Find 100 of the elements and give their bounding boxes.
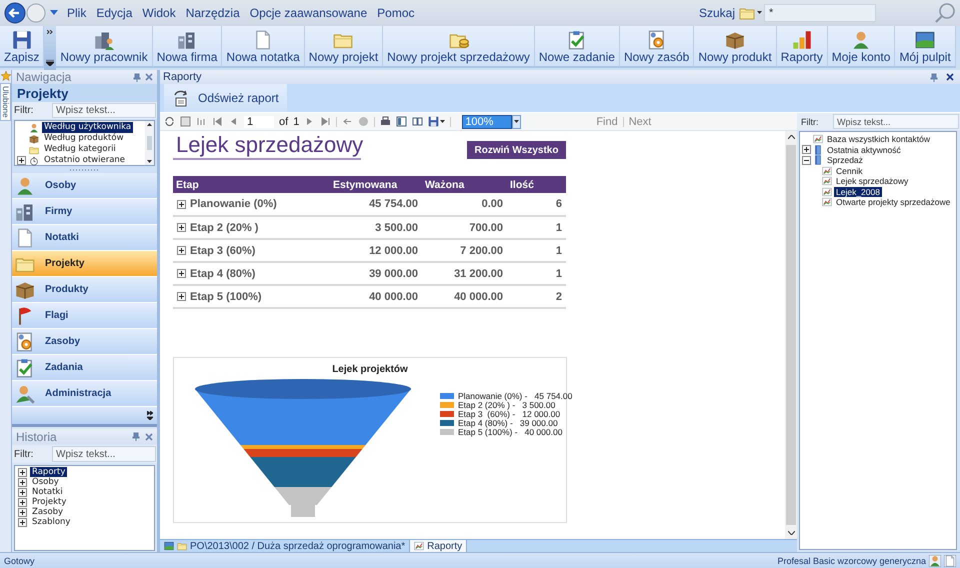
page-number-field[interactable]: 1 (244, 116, 274, 128)
toolbar-button[interactable]: Nowy pracownik (56, 26, 153, 68)
tree-item[interactable]: Lejek sprzedażowy (834, 176, 910, 186)
toolbar-button[interactable]: Nowy produkt (694, 26, 777, 68)
navigation-button[interactable]: Flagi (12, 303, 157, 329)
expand-all-button[interactable]: Rozwiń Wszystko (467, 141, 566, 159)
tree-item[interactable]: Raporty (30, 467, 68, 477)
toolbar-button[interactable]: Nowy projekt (304, 26, 384, 68)
menu-item[interactable]: Pomoc (372, 6, 420, 20)
toolbar-button[interactable]: Zapisz (0, 26, 44, 68)
menu-item[interactable]: Widok (137, 6, 181, 20)
table-cell: 1 (556, 222, 562, 234)
tree-item[interactable]: Osoby (30, 477, 61, 487)
scroll-down-icon[interactable] (147, 160, 152, 163)
close-icon[interactable] (946, 73, 954, 81)
menu-item[interactable]: Narzędzia (180, 6, 245, 20)
favorites-tab[interactable]: Ulubione (0, 83, 11, 121)
page-setup-icon[interactable] (412, 116, 424, 127)
tree-item[interactable]: Baza wszystkich kontaktów (825, 134, 932, 144)
expand-icon[interactable] (802, 145, 811, 154)
scrollbar[interactable] (145, 121, 154, 165)
tree-item[interactable]: Według kategorii (42, 144, 118, 155)
dropdown-arrow-icon[interactable] (514, 120, 520, 123)
filter-field[interactable]: Wpisz tekst... (52, 103, 156, 118)
toolbar-button[interactable]: Moje konto (828, 26, 896, 68)
expand-icon[interactable] (18, 508, 27, 516)
expand-icon[interactable] (18, 478, 27, 486)
tree-item[interactable]: Sprzedaż (825, 155, 865, 166)
menu-item[interactable]: Plik (62, 6, 92, 20)
first-page-icon[interactable] (212, 116, 223, 127)
toolbar-button[interactable]: Nowy projekt sprzedażowy (383, 26, 535, 68)
document-map-icon[interactable] (180, 116, 191, 127)
navigation-button[interactable]: Produkty (12, 277, 157, 303)
expand-icon[interactable] (18, 518, 27, 526)
back-button[interactable] (4, 2, 26, 24)
tree-item[interactable]: Szablony (30, 517, 72, 527)
scroll-up-icon[interactable] (147, 123, 152, 126)
tree-item[interactable]: Według użytkownika (42, 122, 134, 133)
navigation-button[interactable]: Projekty (12, 251, 157, 277)
expand-icon[interactable] (177, 246, 186, 255)
table-cell: Etap 4 (80%) (190, 268, 256, 280)
navigation-button[interactable]: Administracja (12, 381, 157, 407)
document-icon[interactable] (944, 554, 956, 566)
tree-item[interactable]: Notatki (30, 487, 65, 497)
table-cell: Planowanie (0%) (190, 198, 277, 210)
filter-field[interactable]: Wpisz tekst... (52, 446, 156, 462)
filter-field[interactable]: Wpisz tekst... (833, 114, 959, 129)
parameters-icon[interactable] (196, 116, 207, 127)
refresh-icon[interactable] (164, 116, 175, 127)
search-label: Szukaj (698, 6, 735, 20)
table-cell: 6 (556, 198, 562, 210)
tree-item[interactable]: Ostatnio otwierane (42, 155, 128, 166)
toolbar-button[interactable]: Nowa notatka (222, 26, 305, 68)
buildings-icon (177, 30, 198, 50)
toolbar-button[interactable]: Nowe zadanie (534, 26, 620, 68)
menu-item[interactable]: Edycja (91, 6, 138, 20)
toolbar-button[interactable]: Raporty (776, 26, 828, 68)
navigation-button[interactable]: Zasoby (12, 329, 157, 355)
search-field[interactable]: * (764, 4, 876, 22)
scroll-down-icon[interactable] (788, 531, 794, 535)
expand-icon[interactable] (177, 292, 186, 301)
tree-item[interactable]: Cennik (834, 166, 864, 176)
tree-item[interactable]: Projekty (30, 497, 68, 507)
navigation-button[interactable]: Firmy (12, 199, 157, 225)
tree-item[interactable]: Ostatnia aktywność (825, 144, 903, 155)
tree-item[interactable]: Według produktów (42, 133, 126, 144)
navigation-button[interactable]: Notatki (12, 225, 157, 251)
navigation-button[interactable]: Osoby (12, 173, 157, 199)
pin-icon[interactable] (930, 72, 938, 82)
tree-item[interactable]: Zasoby (30, 507, 66, 517)
toolbar-button[interactable]: Nowa firma (152, 26, 222, 68)
toolbar-overflow-handle[interactable] (44, 26, 56, 70)
export-button[interactable] (428, 116, 446, 127)
pin-icon[interactable] (133, 72, 141, 82)
toolbar-button[interactable]: Nowy zasób (620, 26, 694, 68)
last-page-icon[interactable] (320, 116, 332, 127)
pin-icon[interactable] (132, 432, 140, 441)
navigation-button[interactable]: Zadania (12, 355, 157, 381)
expand-icon[interactable] (18, 468, 27, 476)
print-layout-icon[interactable] (396, 116, 408, 127)
scrollbar[interactable] (785, 131, 797, 539)
print-icon[interactable] (380, 116, 392, 127)
document-tab[interactable]: Raporty (410, 540, 468, 552)
expand-icon[interactable] (17, 156, 26, 165)
star-icon[interactable] (0, 71, 10, 81)
expand-icon[interactable] (177, 200, 186, 208)
back-icon[interactable] (342, 116, 354, 127)
expand-icon[interactable] (177, 223, 186, 232)
scroll-up-icon[interactable] (788, 135, 794, 139)
refresh-report-button[interactable]: Odśwież raport (164, 84, 287, 112)
expand-icon[interactable] (18, 488, 27, 496)
expand-icon[interactable] (18, 498, 27, 506)
collapse-icon[interactable] (802, 156, 811, 165)
more-options-icon[interactable] (147, 411, 153, 420)
tree-item[interactable]: Lejek_2008 (834, 186, 882, 197)
expand-icon[interactable] (177, 269, 186, 278)
tree-item[interactable]: Otwarte projekty sprzedażowe (834, 197, 952, 208)
menu-item[interactable]: Opcje zaawansowane (244, 6, 372, 20)
toolbar-button[interactable]: Mój pulpit (895, 26, 956, 68)
person-icon[interactable] (929, 554, 941, 566)
